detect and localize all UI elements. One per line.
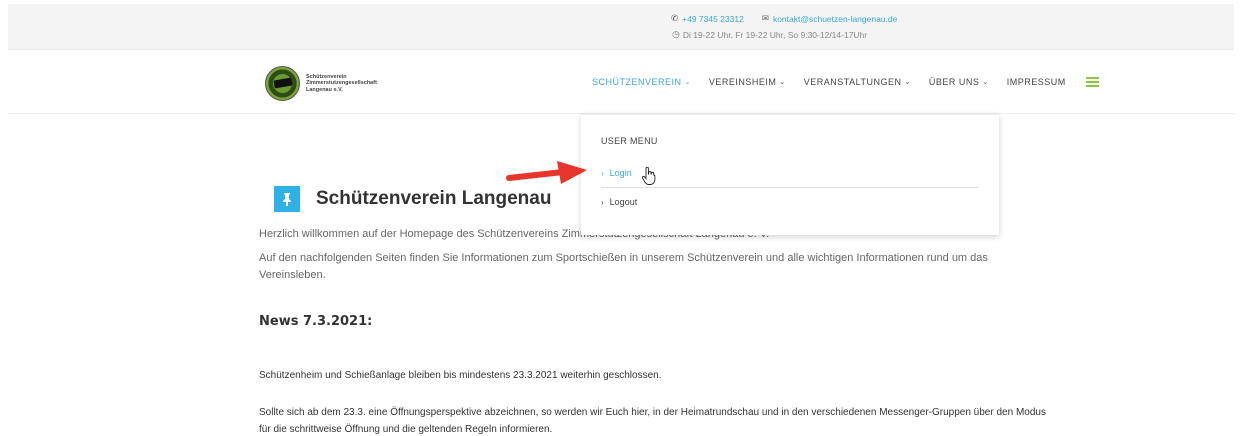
login-link[interactable]: › Login (601, 168, 632, 178)
logo-line-3: Langenau e.V. (306, 86, 343, 93)
nav-label: SCHÜTZENVEREIN (592, 77, 682, 87)
news-paragraph-1: Schützenheim und Schießanlage bleiben bi… (259, 370, 662, 381)
main-nav: SCHÜTZENVEREIN ⌄ VEREINSHEIM ⌄ VERANSTAL… (592, 77, 1099, 87)
dropdown-divider (601, 187, 979, 188)
nav-label: VEREINSHEIM (708, 77, 777, 87)
nav-label: ÜBER UNS (928, 77, 980, 87)
hand-cursor-icon (641, 166, 656, 189)
hamburger-menu-icon[interactable] (1085, 77, 1099, 87)
logo-text: Schützenverein Zimmerstutzengesellschaft… (306, 74, 377, 94)
news-heading: News 7.3.2021: (259, 314, 373, 329)
chevron-down-icon: ⌄ (779, 79, 786, 86)
chevron-down-icon: ⌄ (904, 79, 911, 86)
opening-hours: ◷ Di 19-22 Uhr, Fr 19-22 Uhr, So 9:30-12… (672, 29, 867, 40)
top-bar (8, 4, 1234, 50)
opening-hours-text: Di 19-22 Uhr, Fr 19-22 Uhr, So 9:30-12/1… (682, 29, 868, 40)
email-link[interactable]: kontakt@schuetzen-langenau.de (773, 14, 897, 24)
chevron-down-icon: ⌄ (684, 79, 691, 86)
envelope-icon: ✉ (761, 13, 769, 23)
clock-icon: ◷ (672, 29, 680, 39)
page-title-block: Schützenverein Langenau (274, 186, 551, 212)
phone-link[interactable]: +49 7345 23312 (682, 14, 744, 24)
logout-link[interactable]: › Logout (601, 197, 637, 207)
nav-label: IMPRESSUM (1006, 77, 1066, 87)
contact-info: ✆ +49 7345 23312 ✉ kontakt@schuetzen-lan… (671, 13, 897, 24)
chevron-right-icon: › (601, 197, 604, 207)
logo-line-2: Zimmerstutzengesellschaft (306, 80, 377, 87)
chevron-down-icon: ⌄ (982, 79, 989, 86)
page-title: Schützenverein Langenau (316, 188, 552, 209)
login-label: Login (609, 168, 632, 178)
logout-label: Logout (609, 197, 638, 207)
dropdown-title: USER MENU (601, 136, 658, 146)
nav-item-veranstaltungen[interactable]: VERANSTALTUNGEN ⌄ (804, 77, 911, 87)
pin-icon (274, 186, 300, 212)
phone-icon: ✆ (671, 13, 679, 23)
news-paragraph-2: Sollte sich ab dem 23.3. eine Öffnungspe… (259, 407, 1046, 435)
nav-item-vereinsheim[interactable]: VEREINSHEIM ⌄ (709, 77, 786, 87)
site-logo[interactable]: Schützenverein Zimmerstutzengesellschaft… (265, 66, 377, 101)
chevron-right-icon: › (601, 168, 604, 178)
info-text: Auf den nachfolgenden Seiten finden Sie … (259, 252, 988, 281)
logo-emblem-icon (265, 66, 300, 101)
nav-label: VERANSTALTUNGEN (803, 77, 902, 87)
nav-item-impressum[interactable]: IMPRESSUM (1007, 77, 1066, 87)
nav-item-schuetzenverein[interactable]: SCHÜTZENVEREIN ⌄ (592, 77, 691, 87)
annotation-arrow-icon (506, 161, 587, 184)
nav-item-ueber-uns[interactable]: ÜBER UNS ⌄ (929, 77, 989, 87)
